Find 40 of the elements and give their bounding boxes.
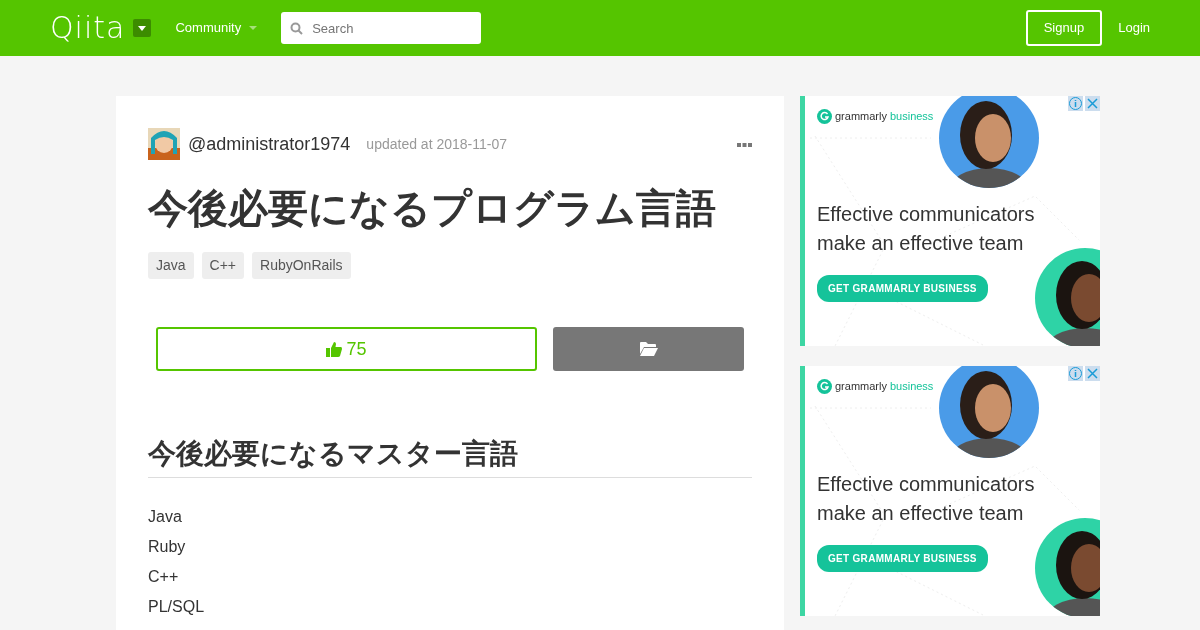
brand-name: grammarly [835, 109, 887, 124]
tag[interactable]: C++ [201, 252, 245, 279]
list-text: C++ [148, 566, 180, 587]
logo-icon [817, 378, 832, 394]
updated-date: updated at 2018-11-07 [366, 134, 507, 154]
ad-banner[interactable]: grammarly business Effective communicators make an effective team GET GRAMMARLY BUSINESS [800, 366, 1100, 616]
thumbs-up-icon [326, 341, 343, 357]
section-heading: 今後必要になるマスター言語 [148, 437, 752, 478]
ad-headline: Effective communicators make an effective team [817, 202, 1036, 256]
brand-suffix: business [889, 109, 934, 124]
info-icon[interactable] [1068, 96, 1083, 111]
dropdown-button[interactable] [133, 19, 152, 37]
author-name[interactable]: @administrator1974 [188, 130, 351, 158]
caret-icon [249, 26, 258, 30]
signup-button[interactable]: Signup [1025, 10, 1103, 46]
article-title: 今後必要になるプログラム言語 [148, 185, 717, 232]
like-button[interactable]: 75 [156, 327, 537, 371]
logo[interactable]: Qiita [50, 13, 126, 43]
list-text: PL/SQL [148, 596, 206, 617]
cta-button[interactable]: GET GRAMMARLY BUSINESS [817, 545, 988, 572]
tag[interactable]: Java [148, 252, 194, 279]
caret-icon [138, 25, 147, 31]
logo-icon [817, 108, 832, 124]
ad-headline: Effective communicators make an effective team [817, 472, 1036, 526]
stock-button[interactable] [553, 327, 744, 371]
brand-name: grammarly [835, 379, 887, 394]
tag[interactable]: RubyOnRails [252, 252, 351, 279]
community-menu[interactable]: Community [175, 18, 258, 38]
list-text: Ruby [148, 536, 187, 557]
brand-suffix: business [889, 379, 934, 394]
login-link[interactable]: Login [1118, 18, 1150, 38]
more-icon[interactable] [737, 141, 752, 147]
info-icon[interactable] [1068, 366, 1083, 381]
list-text: Java [148, 506, 183, 527]
search-field[interactable]: Search [281, 12, 482, 44]
close-icon[interactable] [1085, 366, 1100, 381]
cta-button[interactable]: GET GRAMMARLY BUSINESS [817, 275, 988, 302]
folder-icon [639, 342, 658, 356]
close-icon[interactable] [1085, 96, 1100, 111]
ad-banner[interactable]: grammarly business Effective communicators make an effective team GET GRAMMARLY BUSINESS [800, 96, 1100, 346]
